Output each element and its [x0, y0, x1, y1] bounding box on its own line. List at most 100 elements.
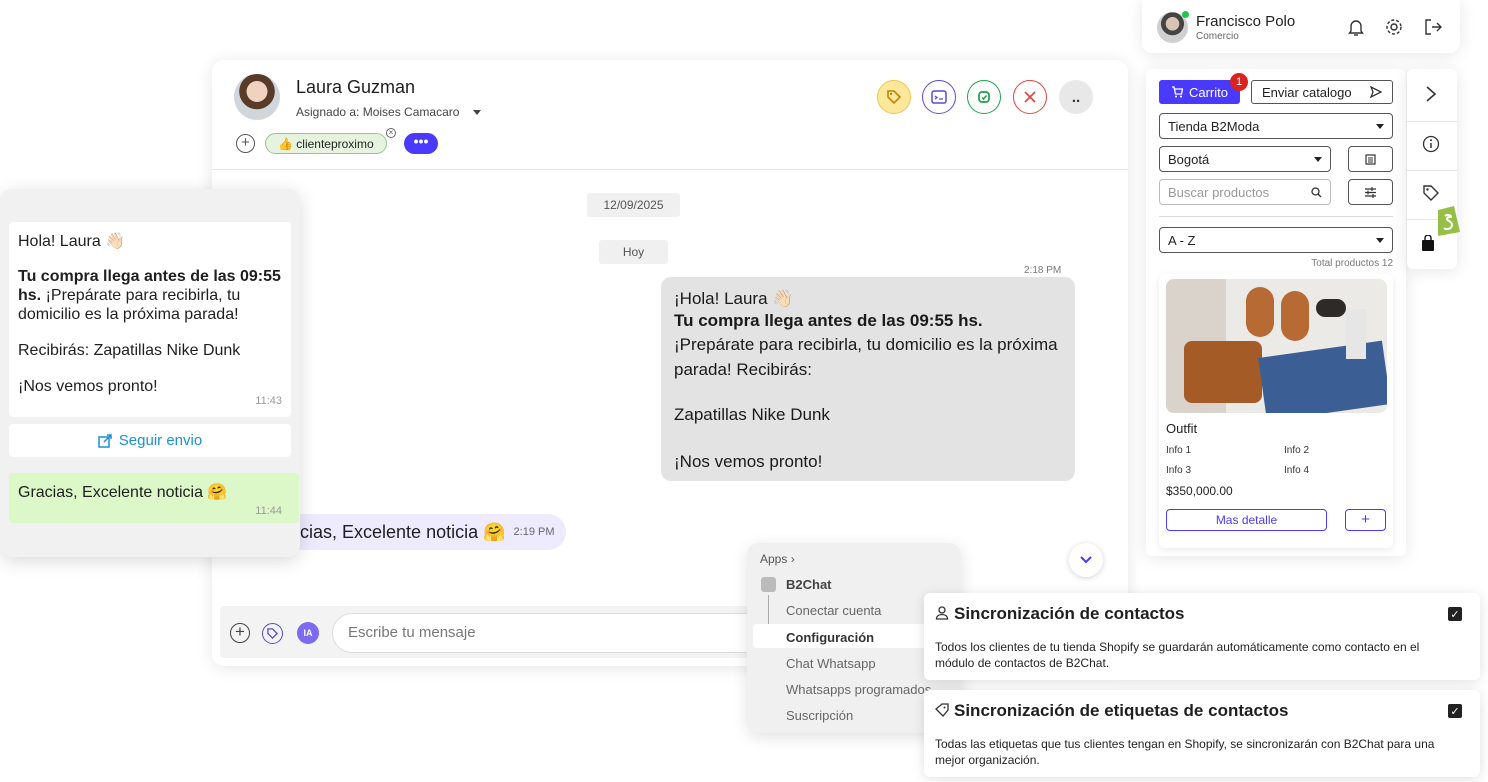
total-products: Total productos 12: [1311, 258, 1393, 269]
chevron-down-icon: [1314, 156, 1322, 162]
message-body: ¡Prepárate para recibirla, tu domicilio …: [674, 335, 1058, 379]
message-product: Zapatillas Nike Dunk: [674, 405, 830, 424]
store-select-value: Tienda B2Moda: [1168, 118, 1260, 134]
contact-name: Laura Guzman: [296, 77, 416, 97]
shop-panel: Carrito 1 Enviar catalogo Tienda B2Moda …: [1146, 69, 1406, 556]
sort-select[interactable]: A - Z: [1159, 227, 1393, 253]
menu-item-b2chat[interactable]: B2Chat: [786, 577, 832, 592]
message-input-placeholder: Escribe tu mensaje: [348, 624, 476, 641]
floating-message: Hola! Laura 👋🏻 Tu compra llega antes de …: [9, 222, 291, 417]
product-info-3: Info 3: [1166, 465, 1192, 476]
info-icon[interactable]: [1422, 135, 1440, 153]
b2chat-logo-icon: [761, 577, 776, 592]
assigned-agent[interactable]: Asignado a: Moises Camacaro: [296, 105, 482, 119]
menu-item-programados[interactable]: Whatsapps programados: [786, 682, 931, 697]
city-select[interactable]: Bogotá: [1159, 146, 1331, 172]
tag-icon[interactable]: [1422, 184, 1440, 202]
online-status-dot: [1182, 11, 1189, 18]
toolbar-divider: [1407, 121, 1457, 122]
chat-window: Laura Guzman Asignado a: Moises Camacaro…: [212, 60, 1128, 666]
tag-icon: [935, 703, 949, 717]
filter-icon: [1365, 186, 1376, 198]
cart-icon: [1171, 86, 1183, 98]
cart-badge: 1: [1230, 73, 1248, 91]
more-options-button[interactable]: ..: [1059, 80, 1093, 114]
shopify-logo-icon[interactable]: [1433, 202, 1463, 236]
contact-avatar[interactable]: [234, 74, 280, 120]
list-view-button[interactable]: [1348, 146, 1393, 172]
add-tag-icon[interactable]: +: [236, 134, 255, 153]
shopping-bag-icon[interactable]: [1421, 235, 1435, 252]
product-info-2: Info 2: [1284, 445, 1310, 456]
more-tags-button[interactable]: •••: [404, 133, 438, 154]
floating-body: Tu compra llega antes de las 09:55 hs. ¡…: [18, 267, 282, 324]
toolbar-divider: [1407, 170, 1457, 171]
resolve-action-button[interactable]: [967, 80, 1001, 114]
close-icon: [1024, 91, 1036, 103]
menu-item-suscripcion[interactable]: Suscripción: [786, 708, 853, 723]
floating-greeting: Hola! Laura 👋🏻: [18, 233, 126, 250]
check-icon: [978, 91, 990, 103]
chevron-down-icon: [1376, 123, 1384, 129]
tag-action-button[interactable]: [877, 80, 911, 114]
label-icon[interactable]: [262, 623, 283, 644]
chevron-down-icon[interactable]: [473, 109, 482, 115]
send-icon: [1370, 86, 1382, 98]
floating-after-bold: ¡Prepárate para recibirla, tu domicilio …: [18, 287, 241, 323]
user-role: Comercio: [1196, 31, 1239, 42]
user-name: Francisco Polo: [1196, 13, 1296, 30]
external-link-icon: [98, 433, 112, 448]
city-select-value: Bogotá: [1168, 151, 1210, 167]
user-card: Francisco Polo Comercio: [1142, 0, 1460, 53]
header-divider: [212, 169, 1128, 170]
menu-item-configuracion-label: Configuración: [786, 630, 875, 645]
message-bye: ¡Nos vemos pronto!: [674, 452, 823, 471]
filter-button[interactable]: [1348, 179, 1393, 205]
close-chat-button[interactable]: [1013, 80, 1047, 114]
product-card: Outfit Info 1 Info 2 Info 3 Info 4 $350,…: [1159, 274, 1393, 548]
floating-reply-text: Gracias, Excelente noticia 🤗: [18, 484, 228, 501]
more-detail-button[interactable]: Mas detalle: [1166, 509, 1327, 531]
gear-icon[interactable]: [1384, 17, 1404, 37]
chevron-down-icon: [1080, 556, 1092, 564]
remove-tag-icon[interactable]: ×: [386, 128, 396, 138]
apps-header: Apps: [760, 552, 788, 566]
sync-tags-card: Sincronización de etiquetas de contactos…: [924, 690, 1480, 777]
apps-breadcrumb[interactable]: Apps ›: [760, 552, 795, 566]
add-product-button[interactable]: +: [1345, 509, 1386, 531]
product-image[interactable]: [1166, 279, 1387, 413]
bell-icon[interactable]: [1346, 17, 1366, 37]
product-search-placeholder: Buscar productos: [1168, 184, 1270, 200]
message-input[interactable]: Escribe tu mensaje: [332, 613, 772, 653]
sync-contacts-title: Sincronización de contactos: [954, 604, 1185, 623]
menu-item-conectar[interactable]: Conectar cuenta: [786, 603, 881, 618]
tag-chip[interactable]: 👍 clienteproximo: [265, 133, 387, 154]
product-name: Outfit: [1166, 421, 1198, 436]
logout-icon[interactable]: [1423, 17, 1443, 37]
product-info-4: Info 4: [1284, 465, 1310, 476]
floating-reply: Gracias, Excelente noticia 🤗 11:44: [9, 473, 299, 523]
attach-icon[interactable]: +: [230, 623, 250, 643]
store-select[interactable]: Tienda B2Moda: [1159, 113, 1393, 139]
cart-button[interactable]: Carrito: [1159, 80, 1240, 104]
chevron-right-icon[interactable]: [1424, 85, 1438, 103]
send-catalog-label: Enviar catalogo: [1262, 84, 1352, 100]
floating-chat: Hola! Laura 👋🏻 Tu compra llega antes de …: [0, 189, 300, 557]
sync-tags-checkbox[interactable]: ✓: [1448, 704, 1462, 718]
send-catalog-button[interactable]: Enviar catalogo: [1251, 80, 1393, 104]
ia-button[interactable]: IA: [297, 622, 319, 644]
list-icon: [1365, 153, 1376, 165]
reply-bubble: acias, Excelente noticia 🤗 2:19 PM: [272, 514, 566, 550]
product-search-input[interactable]: Buscar productos: [1159, 179, 1331, 205]
scroll-down-button[interactable]: [1069, 543, 1103, 577]
track-shipment-label: Seguir envio: [118, 432, 203, 449]
floating-receive: Recibirás: Zapatillas Nike Dunk: [18, 342, 241, 359]
track-shipment-button[interactable]: Seguir envio: [9, 424, 291, 457]
sync-contacts-desc: Todos los clientes de tu tienda Shopify …: [935, 640, 1420, 670]
template-icon: [931, 90, 947, 104]
more-icon: ..: [1071, 88, 1081, 106]
template-action-button[interactable]: [922, 80, 956, 114]
reply-time: 2:19 PM: [513, 526, 555, 538]
sync-contacts-checkbox[interactable]: ✓: [1448, 607, 1462, 621]
menu-item-chat-whatsapp[interactable]: Chat Whatsapp: [786, 656, 876, 671]
